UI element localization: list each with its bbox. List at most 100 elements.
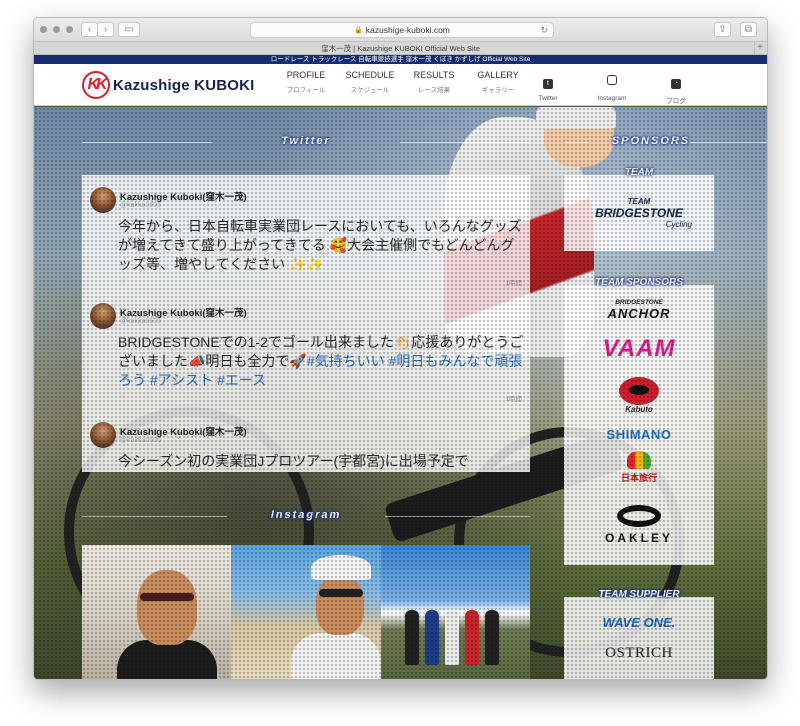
instagram-photo[interactable] [380,545,530,679]
web-page: ロードレース トラックレース 自転車競技選手 窪木一茂 くぼき かずしげ Off… [34,55,767,679]
address-url: kazushige-kuboki.com [365,25,450,35]
instagram-grid [82,545,530,679]
zoom-window-button[interactable] [66,26,73,33]
main-nav: PROFILE プロフィール SCHEDULE スケジュール RESULTS レ… [274,70,530,94]
nav-item-sublabel: プロフィール [286,87,326,94]
social-links: t Twitter Instagram ◔ ブログ [516,72,708,105]
anchor-logo-big: ANCHOR [607,306,671,321]
heart-icon[interactable]: ♡ [120,277,126,285]
tweet-handle[interactable]: @kakka0606 [120,318,161,325]
instagram-photo[interactable] [82,545,232,679]
nav-item-label: PROFILE [286,70,326,80]
reload-icon[interactable]: ↻ [540,25,548,36]
browser-toolbar: ‹ › ▭ 🔒 kazushige-kuboki.com ↻ ⇪ ⧉ [34,18,767,42]
team-logo-small: TEAM [627,197,651,206]
sunglasses [319,589,364,597]
social-link-blog[interactable]: ◔ ブログ [644,72,708,105]
twitter-icon: t [543,79,553,89]
tabs-icon: ⧉ [744,23,753,35]
share-button[interactable]: ⇪ [714,22,731,37]
vaam-logo[interactable]: VAAM [564,335,714,363]
heart-icon[interactable]: ♡ [120,393,126,401]
tweet-time[interactable]: 1時間 [505,277,522,287]
rider-helmet [536,107,616,129]
person [424,610,439,665]
nihon-ryoko-logo[interactable]: 日本旅行 [564,451,714,484]
team-supplier-box: WAVE ONE. OSTRICH [564,597,714,679]
sponsors-section-title: SPONSORS [566,135,767,147]
back-button[interactable]: ‹ [81,22,98,37]
team-logo-box[interactable]: TEAM BRIDGESTONE Cycling [564,175,714,251]
close-window-button[interactable] [40,26,47,33]
team-logo-cycling: Cycling [665,220,692,229]
person-torso [117,640,217,679]
twitter-timeline[interactable]: Kazushige Kuboki(窪木一茂) @kakka0606 今年から、日… [82,175,530,472]
team-label: TEAM [624,167,654,178]
tweet-text: BRIDGESTONEでの1-2でゴール出来ました👏🏻応援ありがとうございました… [118,333,524,390]
tweet-author[interactable]: Kazushige Kuboki(窪木一茂) [120,189,247,203]
rider-illustration [444,117,594,357]
waveone-logo[interactable]: WAVE ONE. [564,615,714,630]
nihon-ryoko-mark-icon [627,451,651,469]
ostrich-logo[interactable]: OSTRICH [564,645,714,662]
person [444,610,459,665]
browser-window: ‹ › ▭ 🔒 kazushige-kuboki.com ↻ ⇪ ⧉ 窪木一茂 … [33,17,768,680]
nihon-ryoko-name: 日本旅行 [620,473,657,483]
oakley-name: OAKLEY [604,531,673,545]
oakley-mark-icon [617,505,661,527]
forward-button[interactable]: › [97,22,114,37]
sidebar-icon: ▭ [124,23,134,35]
tweet-handle[interactable]: @kakka0606 [120,202,161,209]
tweet-author[interactable]: Kazushige Kuboki(窪木一茂) [120,305,247,319]
nav-item-sublabel: スケジュール [350,87,390,94]
instagram-photo[interactable] [231,545,381,679]
shimano-logo[interactable]: SHIMANO [564,427,714,442]
address-bar[interactable]: 🔒 kazushige-kuboki.com ↻ [250,22,554,38]
nav-item-results[interactable]: RESULTS レース結果 [402,70,466,94]
tab-title[interactable]: 窪木一茂 | Kazushige KUBOKI Official Web Sit… [321,44,480,53]
window-controls [40,26,73,33]
sunglasses [140,593,194,601]
share-icon: ⇪ [718,23,727,35]
instagram-icon [607,75,617,85]
tabs-overview-button[interactable]: ⧉ [740,22,757,37]
team-sponsors-label: TEAM SPONSORS [595,277,683,288]
person-torso [291,633,381,679]
nav-item-label: SCHEDULE [345,70,395,80]
person [464,610,479,665]
nav-item-sublabel: レース結果 [417,87,451,94]
avatar[interactable] [90,422,116,448]
chevron-left-icon: ‹ [87,23,92,35]
avatar[interactable] [90,187,116,213]
tab-bar: 窪木一茂 | Kazushige KUBOKI Official Web Sit… [34,42,767,55]
social-link-twitter[interactable]: t Twitter [516,72,580,105]
social-link-instagram[interactable]: Instagram [580,72,644,105]
anchor-logo[interactable]: BRIDGESTONE ANCHOR [564,299,714,321]
tweet-hashtags[interactable]: #気持ちいい #明日もみんなで頑張ろう #アシスト #エース [118,353,522,388]
oakley-logo[interactable]: OAKLEY [564,505,714,545]
nav-item-profile[interactable]: PROFILE プロフィール [274,70,338,94]
person [404,610,419,665]
anchor-logo-small: BRIDGESTONE [615,299,663,306]
hero-background-photo: Twitter Kazushige Kuboki(窪木一茂) @kakka060… [34,107,767,679]
kabuto-mark-icon [619,377,659,405]
tweet-handle[interactable]: @kakka0606 [120,437,161,444]
nav-item-schedule[interactable]: SCHEDULE スケジュール [338,70,402,94]
avatar[interactable] [90,303,116,329]
sidebar-toggle-button[interactable]: ▭ [118,22,140,37]
team-logo-big: BRIDGESTONE [595,206,683,220]
bike-wheel [454,427,684,657]
tweet-author[interactable]: Kazushige Kuboki(窪木一茂) [120,424,247,438]
minimize-window-button[interactable] [53,26,60,33]
bike-wheel [64,407,314,657]
team-bridgestone-logo[interactable]: TEAM BRIDGESTONE Cycling [564,197,714,229]
site-logo[interactable]: KK Kazushige KUBOKI [82,71,255,99]
rss-icon: ◔ [671,79,681,89]
tweet-text: 今シーズン初の実業団Jプロツアー(宇都宮)に出場予定で [118,453,469,469]
new-tab-button[interactable]: + [754,42,765,54]
tweet-time[interactable]: 1時間 [505,393,522,403]
twitter-section-title: Twitter [82,135,530,147]
person-face [316,575,365,635]
kabuto-logo[interactable]: Kabuto [564,377,714,414]
site-header: KK Kazushige KUBOKI PROFILE プロフィール SCHED… [34,64,767,106]
